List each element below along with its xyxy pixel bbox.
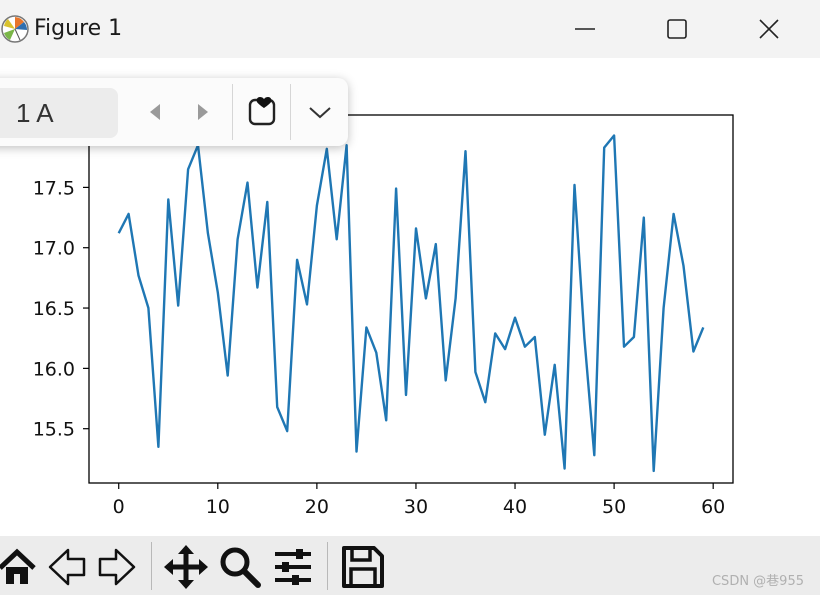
maximize-icon xyxy=(667,19,687,39)
x-tick-label: 10 xyxy=(206,496,230,518)
forward-arrow-icon[interactable] xyxy=(94,544,140,590)
close-icon xyxy=(759,19,779,39)
pan-move-icon[interactable] xyxy=(163,544,209,590)
y-tick-label: 17.5 xyxy=(33,177,75,199)
y-tick-label: 17.0 xyxy=(33,238,75,260)
navigation-toolbar: CSDN @巷955 xyxy=(0,536,820,595)
toolbar-divider xyxy=(290,84,291,140)
maximize-button[interactable] xyxy=(630,0,722,58)
window-title: Figure 1 xyxy=(34,16,123,41)
prev-page-icon[interactable] xyxy=(140,96,172,128)
back-arrow-icon[interactable] xyxy=(44,544,90,590)
next-page-icon[interactable] xyxy=(186,96,218,128)
home-icon[interactable] xyxy=(0,544,40,590)
watermark-text: CSDN @巷955 xyxy=(711,574,804,589)
matplotlib-logo-icon xyxy=(1,15,29,43)
page-number-field[interactable]: 1 A xyxy=(0,88,118,138)
floating-toolbar: 1 A xyxy=(0,78,348,146)
pinned-heart-icon[interactable] xyxy=(246,94,280,128)
x-tick-label: 60 xyxy=(701,496,725,518)
close-button[interactable] xyxy=(722,0,814,58)
axis-ticks: 0 10 20 30 40 50 60 15.5 16.0 16.5 17.0 17.5 xyxy=(33,177,726,518)
window-titlebar: Figure 1 xyxy=(0,0,820,58)
save-icon[interactable] xyxy=(340,544,386,590)
series-line xyxy=(117,134,705,473)
toolbar-divider xyxy=(232,84,233,140)
minimize-icon xyxy=(575,28,595,30)
configure-subplots-icon[interactable] xyxy=(270,544,316,590)
zoom-magnifier-icon[interactable] xyxy=(217,544,263,590)
x-tick-label: 40 xyxy=(503,496,527,518)
x-tick-label: 30 xyxy=(404,496,428,518)
x-tick-label: 20 xyxy=(305,496,329,518)
x-tick-label: 0 xyxy=(113,496,125,518)
y-tick-label: 16.0 xyxy=(33,358,75,380)
chevron-down-icon[interactable] xyxy=(304,96,336,128)
minimize-button[interactable] xyxy=(538,0,630,58)
y-tick-label: 15.5 xyxy=(33,419,75,441)
toolbar-divider xyxy=(327,542,328,590)
y-tick-label: 16.5 xyxy=(33,298,75,320)
page-number-value: 1 A xyxy=(16,98,54,128)
toolbar-divider xyxy=(151,542,152,590)
x-tick-label: 50 xyxy=(602,496,626,518)
